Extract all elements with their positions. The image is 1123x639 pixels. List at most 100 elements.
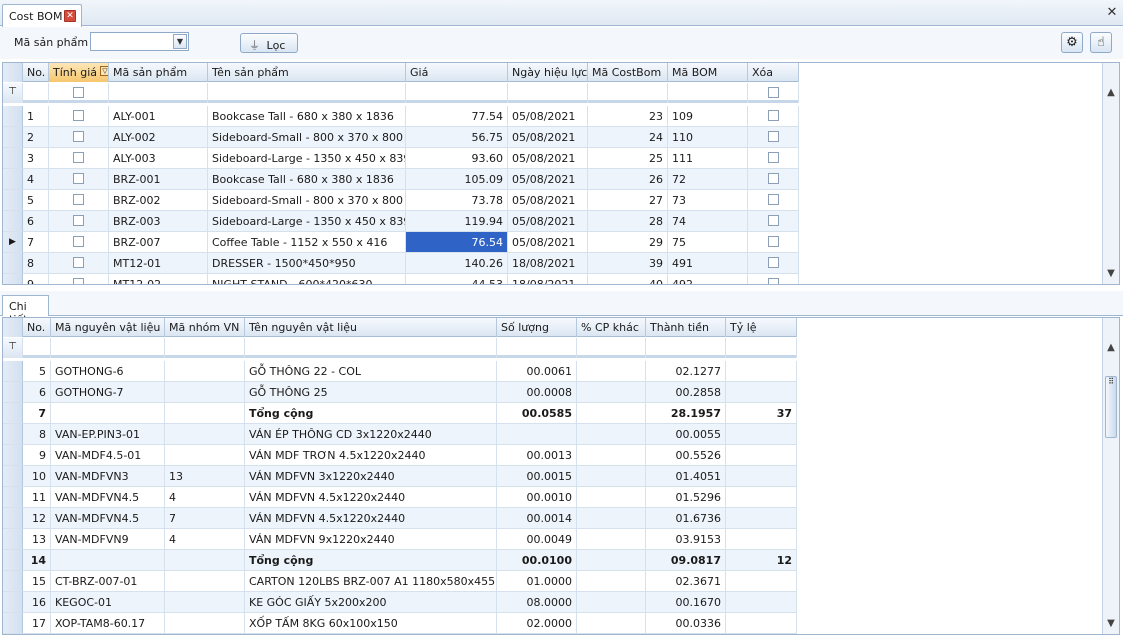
cell-3[interactable]: ALY-001 bbox=[109, 106, 208, 127]
cell-5[interactable]: 00.0010 bbox=[497, 487, 577, 508]
table-row[interactable]: 9 MT12-02NIGHT STAND - 600*420*63044.5318… bbox=[3, 274, 799, 284]
delete-checkbox[interactable] bbox=[767, 173, 779, 184]
filter-cell-7[interactable] bbox=[588, 83, 668, 103]
filter-cell-7[interactable] bbox=[646, 338, 726, 358]
cell-1[interactable]: 1 bbox=[23, 106, 49, 127]
cell-2[interactable] bbox=[49, 148, 109, 169]
table-row[interactable]: 16 KEGOC-01 KE GÓC GIẤY 5x200x200 08.0000 00… bbox=[3, 592, 797, 613]
cell-6[interactable] bbox=[577, 361, 646, 382]
cell-5[interactable]: 00.0015 bbox=[497, 466, 577, 487]
table-row[interactable]: 2 ALY-002 Sideboard-Small - 800 x 370 x 80… bbox=[3, 127, 799, 148]
column-header-1[interactable]: Mã nguyên vật liệu bbox=[51, 318, 165, 337]
cell-1[interactable]: 17 bbox=[23, 613, 51, 634]
cell-3[interactable]: ALY-003 bbox=[109, 148, 208, 169]
cell-4[interactable]: Bookcase Tall - 680 x 380 x 1836 bbox=[208, 106, 406, 127]
cell-7[interactable]: 39 bbox=[588, 253, 668, 274]
cell-3[interactable]: MT12-02 bbox=[109, 274, 208, 284]
delete-checkbox[interactable] bbox=[767, 110, 779, 121]
cell-6[interactable]: 05/08/2021 bbox=[508, 148, 588, 169]
table-row[interactable]: 1 ALY-001 Bookcase Tall - 680 x 380 x 1836… bbox=[3, 106, 799, 127]
cell-1[interactable]: 16 bbox=[23, 592, 51, 613]
column-header-0[interactable]: No. bbox=[23, 318, 51, 337]
cell-9[interactable] bbox=[748, 211, 799, 232]
detail-grid-scrollbar[interactable]: ▲ ⠿ ▼ bbox=[1102, 318, 1119, 634]
filter-checkbox[interactable] bbox=[767, 87, 779, 98]
cell-3[interactable] bbox=[165, 613, 245, 634]
table-row[interactable]: 15 CT-BRZ-007-01 CARTON 120LBS BRZ-007 A1 … bbox=[3, 571, 797, 592]
scroll-up-icon[interactable]: ▲ bbox=[1103, 340, 1119, 356]
cell-4[interactable]: VÁN MDF TRƠN 4.5x1220x2440 bbox=[245, 445, 497, 466]
cell-9[interactable] bbox=[748, 106, 799, 127]
cell-1[interactable]: 6 bbox=[23, 382, 51, 403]
cell-5[interactable]: 00.0061 bbox=[497, 361, 577, 382]
cell-2[interactable]: VAN-MDFVN4.5 bbox=[51, 487, 165, 508]
cell-7[interactable]: 28.1957 bbox=[646, 403, 726, 424]
main-grid-scrollbar[interactable]: ▲ ▼ bbox=[1102, 63, 1119, 284]
cell-8[interactable]: 37 bbox=[726, 403, 797, 424]
delete-checkbox[interactable] bbox=[767, 152, 779, 163]
cell-6[interactable] bbox=[577, 550, 646, 571]
cell-7[interactable]: 26 bbox=[588, 169, 668, 190]
calc-price-checkbox[interactable] bbox=[73, 215, 84, 226]
filter-icon[interactable]: ▽ bbox=[100, 66, 108, 76]
cell-1[interactable]: 3 bbox=[23, 148, 49, 169]
column-header-0[interactable]: No. bbox=[23, 63, 49, 82]
cell-2[interactable] bbox=[49, 190, 109, 211]
table-row[interactable]: 17 XOP-TAM8-60.17 XỐP TẤM 8KG 60x100x150 02… bbox=[3, 613, 797, 634]
filter-cell-6[interactable] bbox=[577, 338, 646, 358]
scroll-down-icon[interactable]: ▼ bbox=[1103, 616, 1119, 632]
cell-3[interactable] bbox=[165, 445, 245, 466]
cell-7[interactable]: 29 bbox=[588, 232, 668, 253]
cell-9[interactable] bbox=[748, 148, 799, 169]
column-header-7[interactable]: Mã BOM bbox=[668, 63, 748, 82]
cell-5[interactable]: 01.0000 bbox=[497, 571, 577, 592]
scroll-up-icon[interactable]: ▲ bbox=[1103, 85, 1119, 101]
cell-5[interactable]: 77.54 bbox=[406, 106, 508, 127]
table-row[interactable]: 11 VAN-MDFVN4.5 4 VÁN MDFVN 4.5x1220x2440 00… bbox=[3, 487, 797, 508]
cell-6[interactable] bbox=[577, 403, 646, 424]
table-row[interactable]: 6 GOTHONG-7 GỖ THÔNG 25 00.0008 00.2858 bbox=[3, 382, 797, 403]
cell-4[interactable]: Sideboard-Large - 1350 x 450 x 839 bbox=[208, 211, 406, 232]
cell-1[interactable]: 7 bbox=[23, 232, 49, 253]
column-header-7[interactable]: Tỷ lệ bbox=[726, 318, 797, 337]
cell-3[interactable] bbox=[165, 403, 245, 424]
cell-4[interactable]: Bookcase Tall - 680 x 380 x 1836 bbox=[208, 169, 406, 190]
column-header-4[interactable]: Giá bbox=[406, 63, 508, 82]
cell-9[interactable] bbox=[748, 169, 799, 190]
cell-7[interactable]: 02.3671 bbox=[646, 571, 726, 592]
filter-cell-4[interactable] bbox=[245, 338, 497, 358]
cell-3[interactable] bbox=[165, 571, 245, 592]
filter-cell-5[interactable] bbox=[406, 83, 508, 103]
cell-7[interactable]: 09.0817 bbox=[646, 550, 726, 571]
cell-8[interactable] bbox=[726, 466, 797, 487]
cell-8[interactable] bbox=[726, 613, 797, 634]
cell-3[interactable]: 13 bbox=[165, 466, 245, 487]
cell-2[interactable]: VAN-EP.PIN3-01 bbox=[51, 424, 165, 445]
window-close-icon[interactable]: ✕ bbox=[1105, 6, 1119, 20]
cell-6[interactable] bbox=[577, 445, 646, 466]
filter-cell-3[interactable] bbox=[109, 83, 208, 103]
cell-4[interactable]: VÁN MDFVN 9x1220x2440 bbox=[245, 529, 497, 550]
cell-5[interactable]: 44.53 bbox=[406, 274, 508, 284]
cell-6[interactable]: 05/08/2021 bbox=[508, 127, 588, 148]
cell-4[interactable]: DRESSER - 1500*450*950 bbox=[208, 253, 406, 274]
column-header-8[interactable]: Xóa bbox=[748, 63, 799, 82]
cell-1[interactable]: 6 bbox=[23, 211, 49, 232]
cell-2[interactable]: VAN-MDFVN4.5 bbox=[51, 508, 165, 529]
cell-7[interactable]: 01.5296 bbox=[646, 487, 726, 508]
table-row[interactable]: 4 BRZ-001 Bookcase Tall - 680 x 380 x 1836… bbox=[3, 169, 799, 190]
cell-4[interactable]: KE GÓC GIẤY 5x200x200 bbox=[245, 592, 497, 613]
cell-1[interactable]: 8 bbox=[23, 424, 51, 445]
cell-8[interactable] bbox=[726, 424, 797, 445]
hand-button[interactable]: ☝ bbox=[1090, 32, 1112, 53]
column-header-1[interactable]: Tính giá ▽ bbox=[49, 63, 109, 82]
cell-4[interactable]: Sideboard-Large - 1350 x 450 x 839 bbox=[208, 148, 406, 169]
cell-3[interactable]: BRZ-007 bbox=[109, 232, 208, 253]
cell-2[interactable] bbox=[49, 169, 109, 190]
cell-3[interactable]: 7 bbox=[165, 508, 245, 529]
cell-2[interactable]: VAN-MDF4.5-01 bbox=[51, 445, 165, 466]
cell-6[interactable] bbox=[577, 571, 646, 592]
cell-8[interactable]: 75 bbox=[668, 232, 748, 253]
cell-4[interactable]: VÁN MDFVN 4.5x1220x2440 bbox=[245, 508, 497, 529]
cell-5[interactable]: 00.0049 bbox=[497, 529, 577, 550]
